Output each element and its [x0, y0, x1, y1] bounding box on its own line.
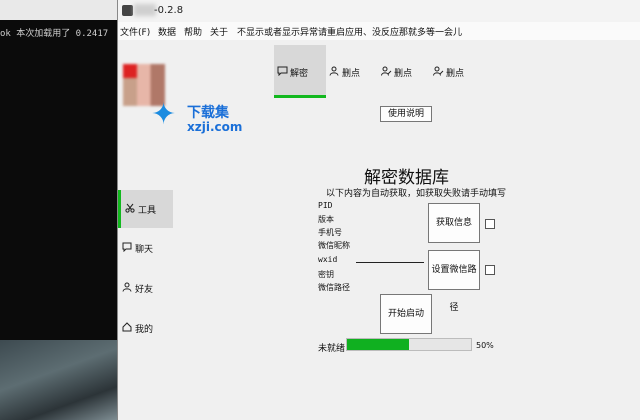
field-label-key: 密钥 — [318, 270, 334, 279]
progress-bar — [346, 338, 472, 351]
field-label-pid: PID — [318, 201, 333, 210]
sidebar-item-friends[interactable]: 好友 — [118, 269, 170, 307]
get-info-button[interactable]: 获取信息 — [428, 203, 480, 243]
chat-icon — [122, 242, 132, 252]
watermark-logo: ✦ 下载集 xzji.com — [151, 97, 243, 135]
set-path-checkbox[interactable] — [485, 265, 495, 275]
app-icon — [122, 5, 133, 16]
menu-notice[interactable]: 不显示或者显示异常请重启应用、没反应那就多等一会儿 — [237, 25, 462, 38]
title-bar: -0.2.8 — [118, 0, 640, 22]
blurred-title-part — [134, 4, 156, 16]
page-subtitle: 以下内容为自动获取，如获取失败请手动填写 — [326, 189, 507, 199]
terminal-output: ok 本次加载用了 0.2417 — [0, 29, 109, 39]
star-icon: ✦ — [151, 97, 177, 132]
start-button[interactable]: 开始启动 — [380, 294, 432, 334]
get-info-checkbox[interactable] — [485, 219, 495, 229]
tab-delete-1[interactable]: 删点 — [326, 45, 378, 95]
sidebar-item-label: 我的 — [135, 325, 154, 335]
progress-percent: 50% — [476, 341, 494, 350]
tab-delete-2[interactable]: 删点 — [378, 45, 430, 95]
tab-delete-3[interactable]: 删点 — [430, 45, 482, 95]
sidebar-item-label: 好友 — [135, 285, 154, 295]
field-label-wxid: wxid — [318, 255, 338, 264]
user-icon — [329, 66, 339, 76]
menu-about[interactable]: 关于 — [210, 25, 228, 38]
user-icon — [122, 282, 132, 292]
page-title: 解密数据库 — [364, 168, 449, 188]
menu-bar: 文件(F) 数据 帮助 关于 不显示或者显示异常请重启应用、没反应那就多等一会儿 — [118, 22, 640, 40]
terminal-titlebar — [0, 0, 130, 20]
user-pen-icon — [433, 66, 444, 76]
menu-file[interactable]: 文件(F) — [120, 25, 150, 38]
scissors-icon — [125, 203, 135, 213]
status-label: 未就绪 — [318, 344, 346, 354]
chat-icon — [277, 66, 288, 76]
sidebar-item-label: 聊天 — [135, 245, 154, 255]
background-terminal: ok 本次加载用了 0.2417 — [0, 0, 130, 340]
field-label-phone: 手机号 — [318, 228, 342, 237]
tab-decrypt[interactable]: 解密 — [274, 45, 326, 98]
field-label-version: 版本 — [318, 215, 334, 224]
desktop-wallpaper — [0, 340, 130, 420]
sidebar-item-tools[interactable]: 工具 — [118, 190, 173, 228]
user-pen-icon — [381, 66, 392, 76]
wxid-input-underline[interactable] — [356, 262, 424, 263]
field-label-wechat-path: 微信路径 — [318, 283, 350, 292]
menu-help[interactable]: 帮助 — [184, 25, 202, 38]
help-button[interactable]: 使用说明 — [380, 106, 432, 122]
app-window: -0.2.8 文件(F) 数据 帮助 关于 不显示或者显示异常请重启应用、没反应… — [117, 0, 640, 420]
menu-data[interactable]: 数据 — [158, 25, 176, 38]
field-label-nickname: 微信昵称 — [318, 241, 350, 250]
sidebar-item-label: 工具 — [138, 206, 157, 216]
window-title: -0.2.8 — [154, 5, 184, 16]
progress-fill — [347, 339, 409, 350]
sidebar-item-chat[interactable]: 聊天 — [118, 229, 170, 267]
home-icon — [122, 322, 132, 332]
sidebar-item-mine[interactable]: 我的 — [118, 309, 170, 347]
set-path-button[interactable]: 设置微信路径 — [428, 250, 480, 313]
